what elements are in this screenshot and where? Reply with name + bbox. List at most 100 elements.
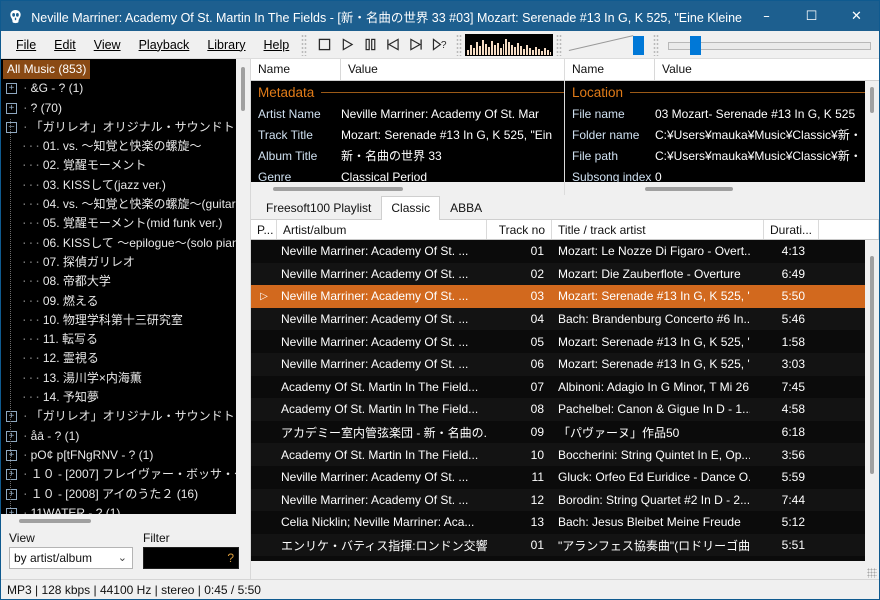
column-header-artist-album[interactable]: Artist/album [277, 220, 487, 239]
menu-library[interactable]: Library [198, 35, 254, 55]
toolbar-grip-seek[interactable] [556, 33, 563, 56]
menu-edit[interactable]: Edit [45, 35, 85, 55]
column-header-play[interactable]: P... [251, 220, 277, 239]
tab-freesoft100-playlist[interactable]: Freesoft100 Playlist [256, 197, 381, 219]
album-list-tree[interactable]: All Music (853) + · &G - ? (1) + · ? (70… [1, 59, 236, 514]
tree-leaf-track[interactable]: ··· 11. 転写る [1, 330, 236, 349]
table-row[interactable]: Neville Marriner: Academy Of St. ... 01 … [251, 240, 865, 263]
expand-plus-icon[interactable]: + [6, 430, 17, 442]
sidebar-horizontal-scrollbar[interactable] [1, 514, 250, 527]
column-header-duration[interactable]: Durati... [764, 220, 819, 239]
volume-slider-thumb[interactable] [690, 35, 702, 55]
tree-leaf-track[interactable]: ··· 01. vs. 〜知覚と快楽の螺旋〜 [1, 137, 236, 156]
pause-icon[interactable] [362, 37, 378, 53]
metadata-row[interactable]: Genre Classical Period [251, 166, 564, 183]
location-row[interactable]: File path C:¥Users¥mauka¥Music¥Classic¥新… [565, 145, 865, 166]
location-horizontal-scrollbar[interactable] [565, 182, 879, 195]
table-row[interactable]: Neville Marriner: Academy Of St. ... 11 … [251, 465, 865, 489]
scrollbar-thumb[interactable] [645, 187, 733, 191]
table-row-playing[interactable]: ▷ Neville Marriner: Academy Of St. ... 0… [251, 285, 865, 308]
tree-leaf-track[interactable]: ··· 07. 探偵ガリレオ [1, 253, 236, 272]
tree-node-expanded[interactable]: – · 「ガリレオ」オリジナル・サウンドトラック - [2007] [1, 118, 236, 137]
table-row[interactable]: エンリケ・バティス指揮:ロンドン交響楽... 01 "アランフェス協奏曲"(ロド… [251, 533, 865, 557]
random-icon[interactable]: ? [431, 37, 447, 53]
menu-view[interactable]: View [85, 35, 130, 55]
scrollbar-thumb[interactable] [870, 87, 874, 113]
scrollbar-thumb[interactable] [273, 187, 403, 191]
expand-plus-icon[interactable]: + [6, 411, 17, 423]
tree-node-collapsed[interactable]: + ·「ガリレオ」オリジナル・サウンドトラック - 「ガリレオ [1, 407, 236, 426]
location-row[interactable]: Subsong index 0 [565, 166, 865, 183]
tree-node-collapsed[interactable]: + · pO¢ p[tFNgRNV - ? (1) [1, 446, 236, 465]
table-row[interactable]: Neville Marriner: Academy Of St. ... 04 … [251, 307, 865, 331]
resize-grip-icon[interactable] [867, 568, 877, 578]
tree-node-all-music[interactable]: All Music (853) [1, 60, 236, 80]
previous-icon[interactable] [385, 37, 401, 53]
scrollbar-thumb[interactable] [241, 67, 245, 111]
tree-leaf-track[interactable]: ··· 03. KISSして(jazz ver.) [1, 176, 236, 195]
tree-leaf-track[interactable]: ··· 10. 物理学科第十三研究室 [1, 311, 236, 330]
tree-leaf-track[interactable]: ··· 12. 霊視る [1, 349, 236, 368]
table-row[interactable]: Academy Of St. Martin In The Field... 07… [251, 375, 865, 399]
stop-icon[interactable] [316, 37, 332, 53]
table-row[interactable]: Academy Of St. Martin In The Field... 08… [251, 398, 865, 421]
location-list[interactable]: Location File name 03 Mozart- Serenade #… [565, 81, 865, 182]
menu-playback[interactable]: Playback [130, 35, 199, 55]
tree-leaf-track[interactable]: ··· 13. 湯川学×内海薫 [1, 369, 236, 388]
chevron-down-icon[interactable]: ⌄ [118, 551, 127, 564]
maximize-button[interactable]: ☐ [789, 1, 834, 31]
playlist-vertical-scrollbar[interactable] [865, 240, 879, 561]
tree-leaf-track[interactable]: ···06. KISSして 〜epilogue〜(solo piano ve [1, 234, 236, 253]
scrollbar-thumb[interactable] [870, 256, 874, 474]
tree-leaf-track[interactable]: ··· 09. 燃える [1, 292, 236, 311]
metadata-header-name[interactable]: Name [251, 59, 341, 80]
metadata-row[interactable]: Artist Name Neville Marriner: Academy Of… [251, 103, 564, 124]
tree-node-collapsed[interactable]: + · １０ - [2008] アイのうた２ (16) [1, 485, 236, 504]
tree-node-collapsed[interactable]: + · &G - ? (1) [1, 79, 236, 98]
seek-slider-thumb[interactable] [633, 35, 645, 55]
column-header-title[interactable]: Title / track artist [552, 220, 764, 239]
table-row[interactable]: Neville Marriner: Academy Of St. ... 12 … [251, 488, 865, 512]
expand-plus-icon[interactable]: + [6, 469, 17, 481]
table-row[interactable]: Neville Marriner: Academy Of St. ... 06 … [251, 352, 865, 376]
tab-classic[interactable]: Classic [381, 196, 441, 220]
minimize-button[interactable]: – [744, 1, 789, 31]
location-header-value[interactable]: Value [655, 59, 879, 80]
view-combobox[interactable]: by artist/album ⌄ [9, 547, 133, 569]
location-vertical-scrollbar[interactable] [865, 81, 879, 182]
location-row[interactable]: File name 03 Mozart- Serenade #13 In G, … [565, 103, 865, 124]
tree-leaf-track[interactable]: ··· 02. 覚醒モーメント [1, 156, 236, 175]
playlist[interactable]: Neville Marriner: Academy Of St. ... 01 … [251, 240, 865, 561]
tree-node-collapsed[interactable]: + · ? (70) [1, 99, 236, 118]
tree-node-collapsed[interactable]: + · 11WATER - ? (1) [1, 504, 236, 514]
location-header-name[interactable]: Name [565, 59, 655, 80]
table-row[interactable]: Celia Nicklin; Neville Marriner: Aca... … [251, 511, 865, 534]
sidebar-vertical-scrollbar[interactable] [236, 59, 250, 514]
toolbar-grip-volume[interactable] [653, 33, 660, 56]
table-row[interactable]: Academy Of St. Martin In The Field... 10… [251, 443, 865, 466]
expand-plus-icon[interactable]: + [6, 83, 17, 95]
expand-plus-icon[interactable]: + [6, 450, 17, 462]
metadata-row[interactable]: Track Title Mozart: Serenade #13 In G, K… [251, 124, 564, 145]
scrollbar-thumb[interactable] [19, 519, 91, 523]
tree-leaf-track[interactable]: ··· 14. 予知夢 [1, 388, 236, 407]
toolbar-grip-transport[interactable] [301, 33, 308, 56]
tree-leaf-track[interactable]: ··· 05. 覚醒モーメント(mid funk ver.) [1, 214, 236, 233]
table-row[interactable]: Neville Marriner: Academy Of St. ... 05 … [251, 330, 865, 353]
tree-node-collapsed[interactable]: + ·１０ - [2007] フレイヴァー・ボッサ・ケース〜オレ [1, 465, 236, 484]
tree-leaf-track[interactable]: ··· 08. 帝都大学 [1, 272, 236, 291]
tree-node-collapsed[interactable]: + · åā - ? (1) [1, 427, 236, 446]
menu-help[interactable]: Help [255, 35, 299, 55]
table-row[interactable]: Neville Marriner: Academy Of St. ... 02 … [251, 262, 865, 286]
volume-slider[interactable] [662, 34, 877, 56]
metadata-horizontal-scrollbar[interactable] [251, 182, 564, 195]
spectrum-visualizer[interactable] [465, 33, 554, 56]
tree-leaf-track[interactable]: ··· 04. vs. 〜知覚と快楽の螺旋〜(guitar × p [1, 195, 236, 214]
expand-plus-icon[interactable]: + [6, 488, 17, 500]
seek-slider[interactable] [565, 34, 650, 56]
toolbar-grip-visualizer[interactable] [456, 33, 463, 56]
metadata-row[interactable]: Album Title 新・名曲の世界 33 [251, 145, 564, 166]
menu-file[interactable]: File [7, 35, 45, 55]
filter-input[interactable]: ? [143, 547, 239, 569]
collapse-minus-icon[interactable]: – [6, 122, 17, 134]
